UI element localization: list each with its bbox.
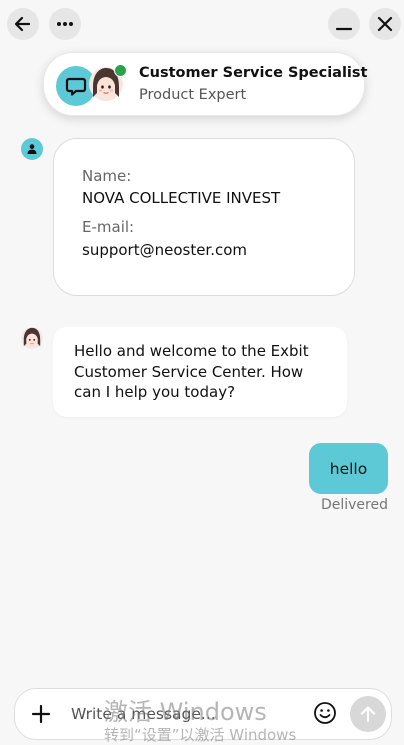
online-status-dot: [114, 64, 127, 77]
agent-header-card: Customer Service Specialist Product Expe…: [43, 52, 368, 116]
close-button[interactable]: [369, 8, 401, 40]
message-input[interactable]: [71, 701, 291, 727]
arrow-left-icon: [14, 16, 31, 32]
more-horizontal-icon: [57, 22, 73, 26]
back-button[interactable]: [7, 8, 39, 40]
arrow-up-icon: [360, 706, 376, 723]
emoji-button[interactable]: [312, 700, 338, 726]
minimize-icon: [335, 27, 353, 31]
plus-icon: [31, 704, 51, 724]
minimize-button[interactable]: [328, 8, 360, 40]
agent-role: Product Expert: [139, 87, 247, 103]
agent-message-bubble: Hello and welcome to the Exbit Customer …: [53, 327, 347, 417]
email-label: E-mail:: [82, 218, 135, 236]
agent-name: Customer Service Specialist: [139, 65, 368, 81]
user-icon: [21, 138, 43, 160]
attach-button[interactable]: [27, 700, 55, 728]
name-label: Name:: [82, 167, 132, 185]
more-options-button[interactable]: [49, 8, 81, 40]
support-email[interactable]: support@neoster.com: [82, 241, 247, 259]
message-composer: [14, 688, 392, 740]
message-status: Delivered: [320, 497, 388, 513]
close-icon: [377, 16, 393, 32]
send-button[interactable]: [350, 696, 386, 732]
smiley-icon: [314, 702, 336, 724]
user-message-bubble: hello: [309, 443, 388, 494]
company-info-card: Name: NOVA COLLECTIVE INVEST E-mail: sup…: [53, 138, 355, 296]
agent-message-avatar: [21, 327, 43, 349]
company-name: NOVA COLLECTIVE INVEST: [82, 189, 281, 207]
